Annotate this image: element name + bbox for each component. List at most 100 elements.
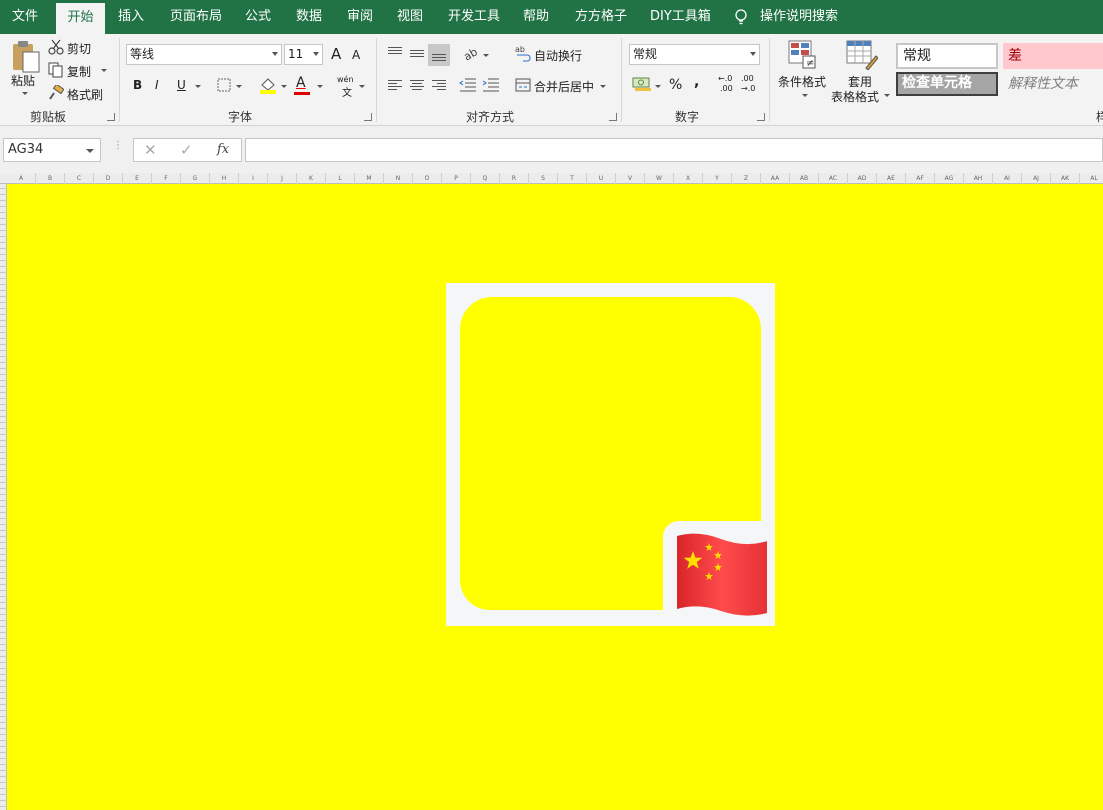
row-header[interactable] (0, 566, 7, 567)
row-header[interactable] (0, 782, 7, 783)
format-painter-icon[interactable] (48, 85, 64, 101)
column-header[interactable]: S (529, 173, 558, 184)
copy-icon[interactable] (48, 62, 64, 78)
phonetic-button[interactable]: wén (337, 75, 354, 84)
row-header[interactable] (0, 620, 7, 621)
format-as-table-dropdown-icon[interactable] (884, 94, 890, 97)
row-header[interactable] (0, 470, 7, 471)
phonetic-button-bottom[interactable]: 文 (342, 84, 352, 99)
row-header[interactable] (0, 338, 7, 339)
row-header[interactable] (0, 422, 7, 423)
tab-data[interactable]: 数据 (296, 0, 322, 34)
bold-button[interactable]: B (133, 78, 142, 92)
row-header[interactable] (0, 404, 7, 405)
row-header[interactable] (0, 704, 7, 705)
row-header[interactable] (0, 410, 7, 411)
column-header[interactable]: R (500, 173, 529, 184)
merge-center-button[interactable]: 合并后居中 (534, 78, 594, 95)
column-header[interactable]: X (674, 173, 703, 184)
column-header[interactable]: J (268, 173, 297, 184)
orientation-dropdown-icon[interactable] (483, 54, 489, 57)
underline-button[interactable]: U (177, 78, 186, 92)
style-check-cell[interactable]: 检查单元格 (896, 72, 998, 96)
column-header[interactable]: AL (1080, 173, 1103, 184)
row-header[interactable] (0, 344, 7, 345)
column-header[interactable]: AB (790, 173, 819, 184)
splitter-handle[interactable]: ⋮ (113, 141, 123, 156)
row-header[interactable] (0, 524, 7, 525)
tab-formulas[interactable]: 公式 (245, 0, 271, 34)
column-header[interactable]: AC (819, 173, 848, 184)
column-header[interactable]: P (442, 173, 471, 184)
row-header[interactable] (0, 236, 7, 237)
align-top-icon[interactable] (388, 46, 402, 58)
row-header[interactable] (0, 212, 7, 213)
copy-button[interactable]: 复制 (67, 63, 91, 80)
column-header[interactable]: F (152, 173, 181, 184)
row-header[interactable] (0, 512, 7, 513)
row-header[interactable] (0, 650, 7, 651)
row-header[interactable] (0, 590, 7, 591)
row-header[interactable] (0, 362, 7, 363)
align-left-icon[interactable] (388, 79, 402, 91)
fill-color-dropdown-icon[interactable] (281, 85, 287, 88)
column-header[interactable]: Y (703, 173, 732, 184)
row-header[interactable] (0, 614, 7, 615)
column-header[interactable]: A (7, 173, 36, 184)
row-header[interactable] (0, 734, 7, 735)
orientation-icon[interactable]: ab (462, 45, 480, 61)
paste-dropdown-icon[interactable] (22, 92, 28, 95)
tab-file[interactable]: 文件 (12, 0, 38, 34)
row-header[interactable] (0, 776, 7, 777)
align-middle-icon[interactable] (410, 48, 424, 60)
phonetic-dropdown-icon[interactable] (359, 85, 365, 88)
row-header[interactable] (0, 488, 7, 489)
column-header[interactable]: O (413, 173, 442, 184)
row-header[interactable] (0, 296, 7, 297)
increase-indent-icon[interactable] (482, 78, 500, 92)
row-header[interactable] (0, 242, 7, 243)
column-header[interactable]: W (645, 173, 674, 184)
row-header[interactable] (0, 218, 7, 219)
border-dropdown-icon[interactable] (236, 85, 242, 88)
alignment-launcher-icon[interactable] (609, 113, 617, 121)
row-header[interactable] (0, 440, 7, 441)
row-header[interactable] (0, 386, 7, 387)
row-header[interactable] (0, 278, 7, 279)
decrease-indent-icon[interactable] (459, 78, 477, 92)
align-bottom-icon[interactable] (428, 44, 450, 66)
row-header[interactable] (0, 428, 7, 429)
conditional-formatting-icon[interactable]: ≠ (788, 40, 818, 70)
row-header[interactable] (0, 548, 7, 549)
row-header[interactable] (0, 260, 7, 261)
name-box[interactable]: AG34 (3, 138, 101, 162)
column-header[interactable]: K (297, 173, 326, 184)
style-normal[interactable]: 常规 (896, 43, 998, 69)
row-header[interactable] (0, 626, 7, 627)
row-header[interactable] (0, 266, 7, 267)
column-header[interactable]: AJ (1022, 173, 1051, 184)
number-format-select[interactable]: 常规 (629, 44, 760, 65)
column-header[interactable]: Q (471, 173, 500, 184)
row-header[interactable] (0, 770, 7, 771)
row-header[interactable] (0, 800, 7, 801)
row-header[interactable] (0, 284, 7, 285)
increase-decimal-button[interactable]: ←.0 (718, 74, 732, 83)
format-as-table-icon[interactable] (846, 40, 878, 70)
column-header[interactable]: H (210, 173, 239, 184)
paste-label[interactable]: 粘贴 (11, 72, 35, 89)
row-header[interactable] (0, 530, 7, 531)
shrink-font-button[interactable]: A (352, 48, 360, 62)
tab-developer[interactable]: 开发工具 (448, 0, 500, 34)
row-header[interactable] (0, 710, 7, 711)
row-header[interactable] (0, 188, 7, 189)
row-header[interactable] (0, 596, 7, 597)
tab-insert[interactable]: 插入 (118, 0, 144, 34)
row-header[interactable] (0, 746, 7, 747)
column-header[interactable]: AA (761, 173, 790, 184)
row-header[interactable] (0, 374, 7, 375)
decrease-decimal-button[interactable]: .00 (741, 74, 754, 83)
row-header[interactable] (0, 476, 7, 477)
wrap-text-icon[interactable]: ab (515, 44, 531, 62)
column-header[interactable]: AI (993, 173, 1022, 184)
